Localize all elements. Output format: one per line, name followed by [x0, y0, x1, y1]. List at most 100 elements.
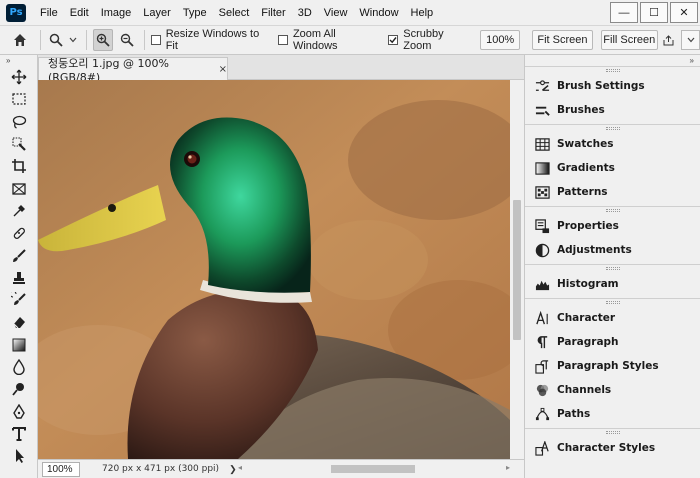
lasso-tool-icon[interactable] — [0, 111, 38, 133]
history-brush-tool-icon[interactable] — [0, 289, 38, 311]
panel-paths[interactable]: Paths — [525, 402, 700, 426]
panel-grip[interactable] — [525, 125, 700, 132]
panel-swatches[interactable]: Swatches — [525, 132, 700, 156]
vertical-scroll-thumb[interactable] — [513, 200, 521, 340]
eraser-tool-icon[interactable] — [0, 311, 38, 333]
document-canvas[interactable] — [38, 80, 510, 459]
menu-edit[interactable]: Edit — [64, 7, 95, 19]
frame-tool-icon[interactable] — [0, 177, 38, 199]
fit-screen-button[interactable]: Fit Screen — [532, 30, 593, 50]
menu-file[interactable]: File — [34, 7, 64, 19]
status-bar: 100% 720 px x 471 px (300 ppi) ❯ ◂ ▸ — [38, 459, 524, 478]
panel-brushes[interactable]: Brushes — [525, 98, 700, 122]
menu-window[interactable]: Window — [353, 7, 404, 19]
document-tab[interactable]: 청둥오리 1.jpg @ 100% (RGB/8#) × — [38, 57, 228, 84]
document-tab-bar: 청둥오리 1.jpg @ 100% (RGB/8#) × — [38, 55, 524, 84]
zoom-percent-field[interactable]: 100% — [480, 30, 521, 50]
status-zoom-field[interactable]: 100% — [42, 461, 80, 477]
panel-label: Character Styles — [557, 442, 656, 454]
healing-brush-tool-icon[interactable] — [0, 222, 38, 244]
pen-tool-icon[interactable] — [0, 400, 38, 422]
separator — [40, 30, 42, 50]
horizontal-scroll-thumb[interactable] — [331, 465, 415, 473]
crop-tool-icon[interactable] — [0, 155, 38, 177]
minimize-button[interactable]: — — [610, 2, 638, 23]
home-icon — [14, 34, 27, 46]
close-tab-icon[interactable]: × — [219, 64, 227, 75]
blur-tool-icon[interactable] — [0, 356, 38, 378]
panel-gradients[interactable]: Gradients — [525, 156, 700, 180]
scrubby-zoom-label: Scrubby Zoom — [403, 28, 444, 52]
panel-character[interactable]: Character — [525, 306, 700, 330]
gradient-tool-icon[interactable] — [0, 334, 38, 356]
menu-layer[interactable]: Layer — [137, 7, 177, 19]
path-select-tool-icon[interactable] — [0, 445, 38, 467]
zoom-out-button[interactable] — [115, 29, 138, 51]
home-button[interactable] — [6, 29, 34, 51]
menu-3d[interactable]: 3D — [292, 7, 318, 19]
menu-type[interactable]: Type — [177, 7, 213, 19]
scroll-right-icon[interactable]: ▸ — [506, 463, 510, 472]
menu-filter[interactable]: Filter — [255, 7, 291, 19]
checkbox-checked[interactable] — [388, 35, 399, 45]
move-tool-icon[interactable] — [0, 66, 38, 88]
status-menu-arrow[interactable]: ❯ — [229, 464, 237, 475]
panel-patterns[interactable]: Patterns — [525, 180, 700, 204]
panel-grip[interactable] — [525, 299, 700, 306]
marquee-tool-icon[interactable] — [0, 88, 38, 110]
maximize-button[interactable]: ☐ — [640, 2, 668, 23]
clone-stamp-tool-icon[interactable] — [0, 267, 38, 289]
swatches-icon — [534, 136, 550, 152]
brush-tool-icon[interactable] — [0, 244, 38, 266]
horizontal-scrollbar[interactable]: ◂ ▸ — [238, 463, 510, 475]
quick-select-tool-icon[interactable] — [0, 133, 38, 155]
panel-brush-settings[interactable]: Brush Settings — [525, 74, 700, 98]
vertical-scrollbar[interactable] — [510, 80, 524, 459]
zoom-in-button[interactable] — [92, 29, 114, 51]
panel-label: Paths — [557, 408, 591, 420]
character-styles-icon — [534, 440, 550, 456]
expand-panels-icon[interactable]: » — [525, 55, 700, 66]
panel-grip[interactable] — [525, 265, 700, 272]
menu-view[interactable]: View — [318, 7, 354, 19]
panel-adjustments[interactable]: Adjustments — [525, 238, 700, 262]
panel-grip[interactable] — [525, 67, 700, 74]
fill-screen-button[interactable]: Fill Screen — [600, 30, 658, 50]
chevron-down-icon — [687, 37, 694, 43]
menu-select[interactable]: Select — [213, 7, 256, 19]
checkbox-unchecked[interactable] — [151, 35, 161, 45]
panel-paragraph[interactable]: Paragraph — [525, 330, 700, 354]
menu-help[interactable]: Help — [405, 7, 440, 19]
window-controls: — ☐ ✕ — [610, 0, 700, 25]
menu-image[interactable]: Image — [95, 7, 138, 19]
panel-paragraph-styles[interactable]: Paragraph Styles — [525, 354, 700, 378]
panel-properties[interactable]: Properties — [525, 214, 700, 238]
zoom-out-icon — [120, 33, 134, 47]
type-tool-icon[interactable] — [0, 423, 38, 445]
zoom-all-windows-checkbox[interactable]: Zoom All Windows — [278, 28, 378, 52]
collapse-toolbar-icon[interactable]: » — [0, 55, 37, 66]
dodge-tool-icon[interactable] — [0, 378, 38, 400]
panel-dock: » Brush Settings Brushes Swatches Gradie… — [524, 55, 700, 478]
tool-preset-picker[interactable] — [47, 29, 79, 51]
close-button[interactable]: ✕ — [670, 2, 698, 23]
separator — [144, 30, 146, 50]
duck-photo-image — [38, 80, 510, 459]
panel-grip[interactable] — [525, 429, 700, 436]
panel-character-styles[interactable]: Character Styles — [525, 436, 700, 460]
zoom-icon — [49, 33, 63, 47]
panel-histogram[interactable]: Histogram — [525, 272, 700, 296]
panel-options-button[interactable] — [680, 30, 700, 50]
scrubby-zoom-checkbox[interactable]: Scrubby Zoom — [388, 28, 470, 52]
resize-windows-checkbox[interactable]: Resize Windows to Fit — [151, 28, 268, 52]
histogram-icon — [534, 276, 550, 292]
panel-channels[interactable]: Channels — [525, 378, 700, 402]
share-button[interactable] — [662, 29, 675, 51]
scroll-left-icon[interactable]: ◂ — [238, 463, 242, 472]
panel-grip[interactable] — [525, 207, 700, 214]
chevron-down-icon — [69, 37, 77, 43]
checkmark-icon — [389, 37, 397, 44]
checkbox-unchecked[interactable] — [278, 35, 288, 45]
menu-bar: Ps File Edit Image Layer Type Select Fil… — [0, 0, 700, 25]
eyedropper-tool-icon[interactable] — [0, 200, 38, 222]
